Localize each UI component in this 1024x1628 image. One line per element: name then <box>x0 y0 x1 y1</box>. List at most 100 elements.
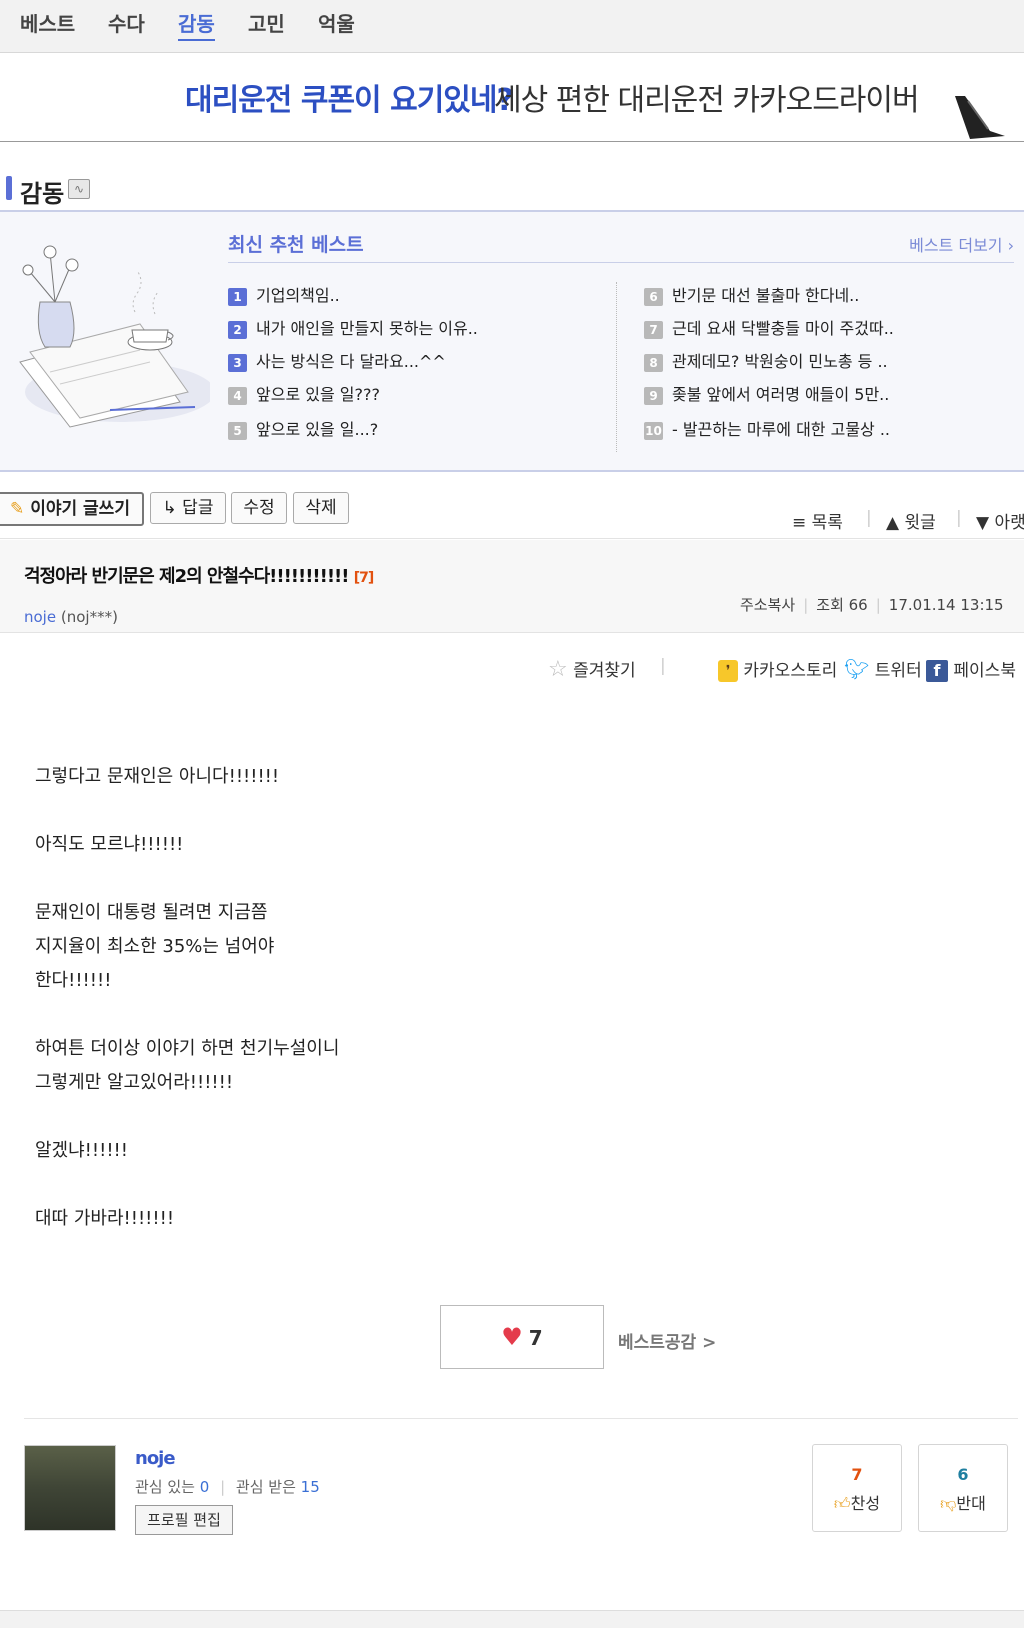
write-label: 이야기 글쓰기 <box>30 499 130 519</box>
next-post-link[interactable]: ▼ 아랫 <box>976 508 1024 533</box>
agree-label-row: 👍︎찬성 <box>813 1490 901 1514</box>
best-title-rule <box>228 262 1014 263</box>
kakaostory-share[interactable]: ❜ 카카오스토리 <box>718 656 837 682</box>
profile-stats: 관심 있는 0 | 관심 받은 15 <box>135 1476 320 1497</box>
best-item-text: 내가 애인을 만들지 못하는 이유.. <box>256 319 478 338</box>
prev-post-link[interactable]: ▲ 윗글 <box>886 508 936 533</box>
twitter-label: 트위터 <box>874 661 922 681</box>
thumbs-down-icon: 👎︎ <box>940 1494 957 1513</box>
followed-count[interactable]: 15 <box>301 1478 320 1496</box>
tab-chat[interactable]: 수다 <box>108 8 145 37</box>
best-more-link[interactable]: 베스트 더보기 › <box>909 232 1014 256</box>
content-paragraph: 하여튼 더이상 이야기 하면 천기누설이니 그렇게만 알고있어라!!!!!! <box>35 1038 340 1093</box>
bookmark-label: 즐겨찾기 <box>573 661 636 681</box>
author-id: (noj***) <box>60 608 118 626</box>
banner-text: 세상 편한 대리운전 카카오드라이버 <box>494 83 920 118</box>
agree-button[interactable]: 7 👍︎찬성 <box>812 1444 902 1532</box>
still-life-illustration <box>19 245 210 428</box>
stat-separator: | <box>220 1478 226 1496</box>
like-count: 7 <box>528 1326 543 1350</box>
best-item-text: - 발끈하는 마루에 대한 고물상 .. <box>672 420 891 439</box>
ad-banner[interactable]: 대리운전 쿠폰이 요기있네? 세상 편한 대리운전 카카오드라이버 <box>0 53 1024 142</box>
post-date: 17.01.14 13:15 <box>888 596 1004 614</box>
twitter-share[interactable]: 🐦︎ 트위터 <box>844 656 922 681</box>
meta-separator: | <box>875 596 881 614</box>
content-paragraph: 대따 가바라!!!!!!! <box>35 1208 175 1229</box>
reply-button[interactable]: ↳ 답글 <box>150 492 226 524</box>
bookmark-button[interactable]: ☆ 즐겨찾기 <box>548 656 636 682</box>
best-item[interactable]: 2 내가 애인을 만들지 못하는 이유.. <box>228 315 478 339</box>
meta-separator: | <box>803 596 809 614</box>
best-item[interactable]: 8 관제데모? 박원숭이 민노총 등 .. <box>644 348 888 372</box>
disagree-button[interactable]: 6 👎︎반대 <box>918 1444 1008 1532</box>
best-item[interactable]: 10 - 발끈하는 마루에 대한 고물상 .. <box>644 416 890 440</box>
rank-badge: 10 <box>644 421 663 440</box>
disagree-label: 반대 <box>956 1494 986 1513</box>
rss-icon[interactable]: ∿ <box>68 179 90 199</box>
edit-button[interactable]: 수정 <box>231 492 287 524</box>
post-header: 걱정아라 반기문은 제2의 안철수다!!!!!!!!!!! [7] 주소복사 | 조… <box>0 540 1024 633</box>
star-icon: ☆ <box>548 657 568 682</box>
agree-label: 찬성 <box>850 1494 881 1513</box>
content-paragraph: 그렇다고 문재인은 아니다!!!!!!! <box>35 766 280 787</box>
best-recommend-panel: 최신 추천 베스트 베스트 더보기 › 1 기업의책임.. 2 내가 애인을 만들지… <box>0 210 1024 472</box>
best-item[interactable]: 6 반기문 대선 불출마 한다네.. <box>644 282 859 306</box>
pencil-icon: ✎ <box>10 499 25 519</box>
best-item-text: 관제데모? 박원숭이 민노총 등 .. <box>672 352 888 371</box>
tab-touching[interactable]: 감동 <box>178 8 215 41</box>
delete-button[interactable]: 삭제 <box>293 492 349 524</box>
rank-badge: 1 <box>228 287 247 306</box>
heart-icon: ♥ <box>501 1323 523 1351</box>
best-item[interactable]: 3 사는 방식은 다 달라요...^^ <box>228 348 446 372</box>
share-separator: | <box>660 656 666 676</box>
tab-unfair[interactable]: 억울 <box>318 8 355 37</box>
content-paragraph: 알겠냐!!!!!! <box>35 1140 128 1161</box>
top-navigation: 베스트 수다 감동 고민 억울 <box>0 0 1024 53</box>
content-paragraph: 문재인이 대통령 될려면 지금쯤 지지율이 최소한 35%는 넘어야 한다!!!… <box>35 902 275 991</box>
nav-separator: | <box>866 508 872 528</box>
post-author: noje (noj***) <box>24 608 118 626</box>
best-item-text: 앞으로 있을 일...? <box>256 420 379 439</box>
best-item[interactable]: 4 앞으로 있을 일??? <box>228 381 380 405</box>
best-item-text: 앞으로 있을 일??? <box>256 385 380 404</box>
tab-worry[interactable]: 고민 <box>248 8 285 37</box>
content-paragraph: 아직도 모르냐!!!!!! <box>35 834 184 855</box>
best-item[interactable]: 5 앞으로 있을 일...? <box>228 416 378 440</box>
author-link[interactable]: noje <box>24 608 56 626</box>
rank-badge: 9 <box>644 386 663 405</box>
best-item-text: 기업의책임.. <box>256 286 340 305</box>
facebook-share[interactable]: f 페이스북 <box>926 656 1016 682</box>
best-column-rule <box>616 282 617 452</box>
post-meta: 주소복사 | 조회 66 | 17.01.14 13:15 <box>740 594 1004 615</box>
kakaostory-label: 카카오스토리 <box>743 661 838 681</box>
best-item[interactable]: 7 근데 요새 닥빨충들 마이 주겄따.. <box>644 315 894 339</box>
avatar[interactable] <box>24 1445 116 1531</box>
like-button[interactable]: ♥ 7 <box>440 1305 604 1369</box>
tab-best[interactable]: 베스트 <box>20 8 75 37</box>
rank-badge: 7 <box>644 320 663 339</box>
rank-badge: 6 <box>644 287 663 306</box>
footer-strip <box>0 1610 1024 1628</box>
best-title: 최신 추천 베스트 <box>228 234 364 256</box>
followed-label: 관심 받은 <box>235 1478 296 1496</box>
category-title: 감동 <box>20 180 65 208</box>
thumbs-up-icon: 👍︎ <box>833 1494 851 1513</box>
copy-address-link[interactable]: 주소복사 <box>740 596 795 614</box>
best-item[interactable]: 9 좆불 앞에서 여러명 애들이 5만.. <box>644 381 889 405</box>
best-item-text: 근데 요새 닥빨충들 마이 주겄따.. <box>672 319 894 338</box>
write-button[interactable]: ✎ 이야기 글쓰기 <box>0 492 144 526</box>
interest-count[interactable]: 0 <box>200 1478 210 1496</box>
rank-badge: 8 <box>644 353 663 372</box>
post-title: 걱정아라 반기문은 제2의 안철수다!!!!!!!!!!! [7] <box>24 562 375 588</box>
best-item[interactable]: 1 기업의책임.. <box>228 282 340 306</box>
category-bar <box>6 176 12 200</box>
best-item-text: 사는 방식은 다 달라요...^^ <box>256 352 446 371</box>
nav-separator: | <box>956 508 962 528</box>
profile-name[interactable]: noje <box>135 1448 176 1469</box>
profile-edit-button[interactable]: 프로필 편집 <box>135 1505 233 1535</box>
best-empathy-link[interactable]: 베스트공감 > <box>618 1328 716 1353</box>
rank-badge: 4 <box>228 386 247 405</box>
interest-label: 관심 있는 <box>135 1478 195 1496</box>
comment-count[interactable]: [7] <box>354 570 375 586</box>
list-link[interactable]: ≡ 목록 <box>792 508 843 533</box>
